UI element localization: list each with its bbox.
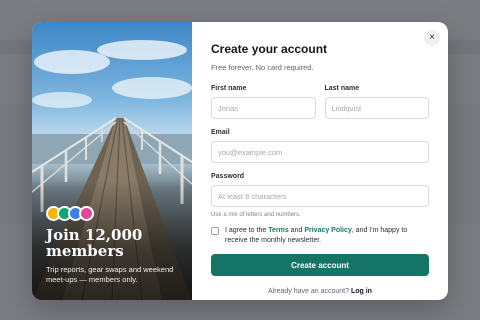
close-button[interactable]: ×	[424, 30, 440, 46]
form-subtitle: Free forever. No card required.	[211, 63, 314, 72]
first-name-label: First name	[211, 85, 247, 92]
consent-and: and	[290, 227, 303, 234]
close-icon: ×	[429, 32, 435, 43]
login-prompt-text: Already have an account?	[268, 288, 349, 295]
password-label: Password	[211, 173, 245, 180]
email-field[interactable]	[211, 141, 429, 163]
password-group: Password Use a mix of letters and number…	[211, 173, 429, 218]
hero-panel: Join 12,000 members Trip reports, gear s…	[32, 22, 192, 300]
last-name-group: Last name	[324, 85, 429, 119]
last-name-label: Last name	[324, 85, 360, 92]
signup-modal: Join 12,000 members Trip reports, gear s…	[32, 22, 448, 300]
first-name-input[interactable]	[211, 97, 316, 119]
avatar	[79, 206, 94, 221]
email-label: Email	[211, 129, 230, 136]
hero-subtitle: Trip reports, gear swaps and weekend mee…	[46, 265, 174, 284]
consent-prefix: I agree to the	[225, 227, 267, 234]
consent-checkbox[interactable]	[211, 227, 219, 235]
member-avatars	[46, 206, 94, 221]
form-title: Create your account	[211, 42, 328, 56]
first-name-group: First name	[211, 85, 316, 119]
privacy-policy-link[interactable]: Privacy Policy	[304, 227, 351, 234]
terms-link[interactable]: Terms	[268, 227, 289, 234]
consent-row: I agree to the Terms and Privacy Policy,…	[211, 226, 429, 246]
password-field[interactable]	[211, 185, 429, 207]
login-link[interactable]: Log in	[351, 288, 372, 295]
signup-form: × Create your account Free forever. No c…	[192, 22, 448, 300]
consent-text: I agree to the Terms and Privacy Policy,…	[225, 226, 425, 246]
last-name-input[interactable]	[324, 97, 429, 119]
password-hint: Use a mix of letters and numbers.	[211, 212, 301, 218]
email-group: Email	[211, 129, 429, 163]
create-account-button[interactable]: Create account	[211, 254, 429, 276]
login-prompt: Already have an account? Log in	[211, 288, 429, 295]
hero-title: Join 12,000 members	[46, 226, 143, 260]
